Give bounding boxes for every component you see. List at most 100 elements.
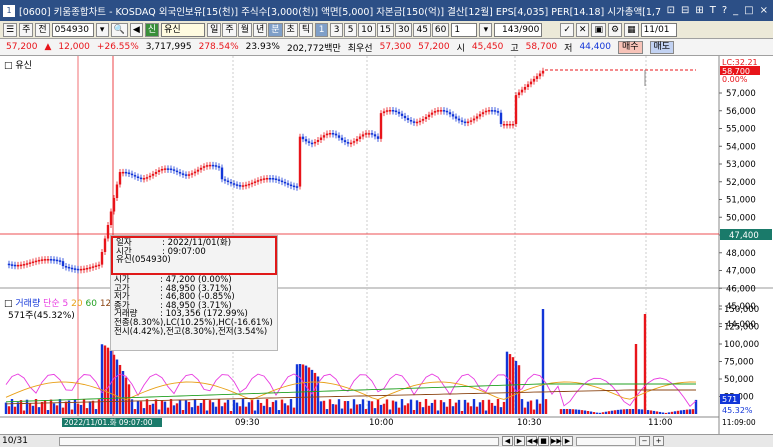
cross-icon[interactable]: ✕ [575, 22, 590, 37]
candle-body [121, 171, 125, 174]
volume-bar [616, 409, 620, 414]
trade-amount: 202,772백만 [286, 43, 341, 54]
info-key: 유신(054930) [116, 255, 171, 266]
candle-body [358, 136, 362, 139]
chart-area[interactable]: 57,000 56,000 55,000 54,000 53,000 52,000 51,0… [0, 56, 773, 434]
candle-body [298, 136, 302, 187]
window-control-1[interactable]: ⊟ [681, 5, 689, 16]
price-tick-label: 50,000 [726, 213, 756, 223]
candle-body [16, 264, 20, 267]
market-button[interactable]: 주 [19, 22, 34, 37]
dropdown-icon[interactable]: ▾ [95, 22, 109, 37]
nav-button-2[interactable]: ◀◀ [526, 436, 538, 446]
nav-button-3[interactable]: ■ [538, 436, 549, 446]
candle-body [271, 178, 275, 180]
candle-body [349, 142, 353, 145]
volume-bar [544, 399, 548, 414]
candle-body [352, 141, 356, 143]
period-button-1[interactable]: 주 [222, 22, 237, 37]
period-button-2[interactable]: 월 [237, 22, 252, 37]
volume-bar [463, 399, 467, 414]
volume-bar [19, 400, 23, 414]
candle-body [256, 180, 260, 182]
window-control-2[interactable]: ⊞ [695, 5, 703, 16]
price-tick-label: 46,000 [726, 284, 756, 294]
zoom-slider[interactable] [576, 436, 636, 446]
volume-bar [346, 401, 350, 414]
candle-body [229, 181, 233, 184]
interval-button-5[interactable]: 30 [395, 22, 413, 37]
volume-bar [217, 399, 221, 414]
prev-button[interactable]: 전 [35, 22, 50, 37]
search-icon[interactable]: 🔍 [110, 22, 128, 37]
grid-icon[interactable]: ▦ [624, 22, 639, 37]
interval-selected[interactable]: 1 [315, 22, 329, 37]
menu-icon[interactable]: ☰ [3, 22, 18, 37]
period-button-3[interactable]: 년 [252, 22, 268, 37]
volume-bar [574, 409, 578, 414]
volume-bar [670, 411, 674, 414]
chart-toolbar: ☰ 주 전 054930 ▾ 🔍 ◀ 신 유신 일주월년분초틱 1 3 5 10 15… [0, 21, 773, 39]
volume-tick-label: 100,000 [724, 340, 759, 350]
nav-button-4[interactable]: ▶▶ [550, 436, 562, 446]
stock-code-input[interactable]: 054930 [51, 22, 94, 37]
interval-button-7[interactable]: 60 [431, 22, 450, 37]
nav-button-5[interactable]: ▶ [562, 436, 573, 446]
candle-body [43, 259, 47, 261]
candle-body [148, 175, 152, 178]
interval-button-4[interactable]: 15 [376, 22, 395, 37]
zoom-out-button[interactable]: − [639, 436, 650, 446]
zoom-in-button[interactable]: + [653, 436, 664, 446]
date-input[interactable]: 11/01 [640, 22, 677, 37]
volume-bar [469, 406, 473, 414]
window-control-0[interactable]: ⊡ [667, 5, 675, 16]
interval-button-1[interactable]: 3 [330, 22, 344, 37]
candle-body [508, 124, 512, 126]
candle-body [457, 118, 461, 121]
sell-button[interactable]: 매도 [649, 40, 675, 54]
period-button-4[interactable]: 분 [268, 22, 283, 37]
gear-icon[interactable]: ⚙ [607, 22, 623, 37]
count-stepper[interactable]: ▾ [479, 22, 493, 37]
candle-body [445, 110, 449, 113]
window-control-4[interactable]: ? [722, 5, 727, 16]
candle-body [139, 177, 143, 180]
volume-bar [526, 401, 530, 414]
price-tick-label: 47,000 [726, 267, 756, 277]
nav-button-0[interactable]: ◀ [502, 436, 513, 446]
buy-button[interactable]: 매수 [617, 40, 643, 54]
save-icon[interactable]: ▣ [591, 22, 606, 37]
volume-bar [523, 407, 527, 414]
candle-body [28, 262, 32, 264]
speaker-icon[interactable]: ◀ [129, 22, 143, 37]
price-tick-label: 51,000 [726, 196, 756, 206]
chart-settings-icon[interactable]: ✓ [560, 22, 574, 37]
interval-button-3[interactable]: 10 [358, 22, 376, 37]
candle-body [133, 175, 137, 177]
count-input[interactable]: 1 [451, 22, 478, 37]
volume-bar [211, 402, 215, 414]
period-button-6[interactable]: 틱 [298, 22, 314, 37]
volume-bar [88, 401, 92, 414]
window-control-6[interactable]: □ [744, 5, 753, 16]
volume-bar [295, 364, 299, 414]
time-scrollbar[interactable] [59, 436, 499, 446]
change-value: 12,000 [58, 42, 90, 52]
candle-body [472, 118, 476, 121]
interval-button-2[interactable]: 5 [344, 22, 358, 37]
window-control-5[interactable]: _ [733, 5, 738, 16]
window-control-3[interactable]: T [710, 5, 716, 16]
period-button-5[interactable]: 초 [283, 22, 298, 37]
candle-body [214, 165, 218, 167]
volume-bar [223, 402, 227, 414]
interval-button-6[interactable]: 45 [413, 22, 431, 37]
candle-body [286, 183, 290, 185]
period-button-0[interactable]: 일 [207, 22, 222, 37]
nav-button-1[interactable]: ▶ [514, 436, 525, 446]
volume-bar [352, 399, 356, 414]
candle-body [49, 259, 53, 261]
volume-bar [433, 399, 437, 414]
candle-body [151, 173, 155, 176]
window-control-7[interactable]: × [760, 5, 768, 16]
volume-bar [313, 372, 317, 414]
